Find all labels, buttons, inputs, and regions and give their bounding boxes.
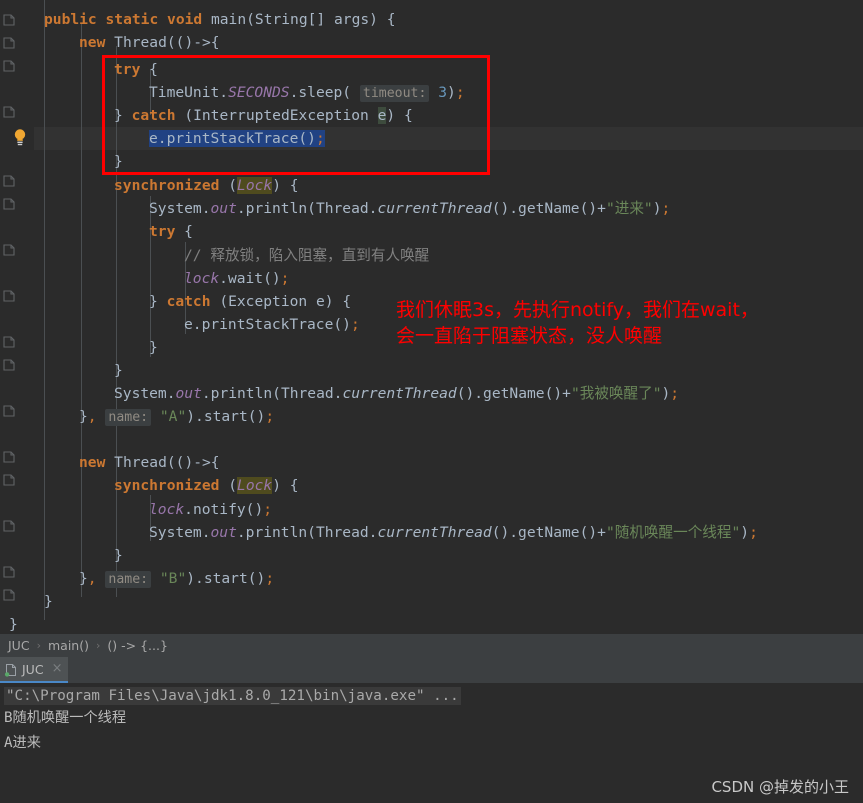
code-line[interactable]: }	[149, 336, 158, 359]
code-line[interactable]: System.out.println(Thread.currentThread(…	[149, 197, 670, 220]
code-line[interactable]: lock.notify();	[149, 498, 272, 521]
console-output-line: A进来	[4, 735, 41, 751]
run-tab-strip: JUC ×	[0, 657, 863, 683]
code-line[interactable]: e.printStackTrace();	[149, 127, 325, 150]
breadcrumb-item-class[interactable]: JUC	[8, 638, 30, 653]
code-line[interactable]: new Thread(()->{	[79, 31, 220, 54]
code-line[interactable]: public static void main(String[] args) {	[44, 8, 396, 31]
code-line[interactable]: } catch (InterruptedException e) {	[114, 104, 413, 127]
breadcrumb-item-method[interactable]: main()	[48, 638, 89, 653]
code-line[interactable]: try {	[114, 58, 158, 81]
code-line[interactable]: // 释放锁，陷入阻塞，直到有人唤醒	[184, 244, 429, 267]
console-command-text: "C:\Program Files\Java\jdk1.8.0_121\bin\…	[4, 687, 461, 705]
ide-window: public static void main(String[] args) {…	[0, 0, 863, 803]
code-line[interactable]: lock.wait();	[184, 267, 289, 290]
code-line[interactable]: synchronized (Lock) {	[114, 174, 299, 197]
code-line[interactable]: System.out.println(Thread.currentThread(…	[114, 382, 679, 405]
code-line[interactable]: synchronized (Lock) {	[114, 474, 299, 497]
code-line[interactable]: }	[44, 590, 53, 613]
annotation-text-line2: 会一直陷于阻塞状态，没人唤醒	[396, 325, 663, 347]
code-line[interactable]: }	[114, 544, 123, 567]
code-line[interactable]: TimeUnit.SECONDS.sleep( timeout: 3);	[149, 81, 465, 104]
breadcrumb[interactable]: JUC › main() › () -> {...}	[0, 634, 863, 657]
code-line[interactable]: new Thread(()->{	[79, 451, 220, 474]
console-command-line: "C:\Program Files\Java\jdk1.8.0_121\bin\…	[4, 685, 461, 707]
run-configuration-icon	[4, 662, 18, 677]
breadcrumb-item-lambda[interactable]: () -> {...}	[107, 638, 168, 653]
code-line[interactable]: }, name: "A").start();	[79, 405, 274, 428]
code-line[interactable]: }	[114, 150, 123, 173]
run-tab-juc[interactable]: JUC ×	[0, 657, 69, 683]
code-line[interactable]: e.printStackTrace();	[184, 313, 360, 336]
watermark: CSDN @掉发的小王	[711, 778, 849, 796]
annotation-text-line1: 我们休眠3s，先执行notify，我们在wait，	[396, 299, 759, 321]
code-line[interactable]: System.out.println(Thread.currentThread(…	[149, 521, 758, 544]
code-editor[interactable]: public static void main(String[] args) {…	[0, 0, 863, 634]
run-tab-label: JUC	[22, 661, 44, 677]
code-line[interactable]: try {	[149, 220, 193, 243]
code-line[interactable]: }, name: "B").start();	[79, 567, 274, 590]
code-line[interactable]: }	[9, 613, 18, 634]
close-icon[interactable]: ×	[52, 662, 63, 675]
breadcrumb-separator-icon: ›	[95, 639, 101, 652]
code-line[interactable]: } catch (Exception e) {	[149, 290, 351, 313]
breadcrumb-separator-icon: ›	[36, 639, 41, 652]
console-output-line: B随机唤醒一个线程	[4, 710, 127, 726]
code-line[interactable]: }	[114, 359, 123, 382]
